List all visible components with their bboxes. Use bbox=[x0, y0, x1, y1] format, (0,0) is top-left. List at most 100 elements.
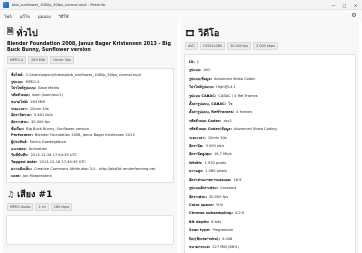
info-key: อัตราส่วนภาพการแสดงผล: bbox=[189, 177, 232, 182]
info-row: บิต/(พิกเซล*เฟรม): 0.048 bbox=[189, 235, 351, 243]
info-row: Chroma subsampling: 4:2:0 bbox=[189, 209, 351, 217]
info-row: ขนาดไฟล์: 263 MiB bbox=[11, 99, 169, 106]
video-badges: AVC 1920x1080 30.000 fps 3 000 kbps bbox=[181, 40, 359, 52]
info-key: Color space: bbox=[189, 202, 214, 207]
audio-format-badge: MPEG Audio bbox=[7, 203, 34, 212]
info-key: ชื่อเรื่อง: bbox=[11, 126, 25, 131]
info-value[interactable]: ใช่ bbox=[228, 100, 232, 108]
info-value[interactable]: CABAC / 4 Ref Frames bbox=[218, 92, 257, 100]
info-value[interactable]: 2013-12-16 17:44:39 UTC bbox=[39, 159, 85, 166]
window-controls: — □ ✕ bbox=[329, 1, 360, 9]
info-row: อัตราเฟรม: 30.000 fps bbox=[11, 119, 169, 126]
app-icon bbox=[3, 1, 9, 8]
video-section-title: 🎞 วิดีโอ bbox=[181, 26, 359, 40]
info-value[interactable]: Constant bbox=[220, 184, 236, 192]
info-value[interactable]: isom (isom/avc1) bbox=[32, 92, 63, 99]
info-row: Bit depth: 8 bits bbox=[189, 218, 351, 226]
audio-title: เสียง #1 bbox=[17, 190, 53, 201]
info-value[interactable]: 1 920 pixels bbox=[204, 159, 226, 167]
info-value[interactable]: 4 frames bbox=[236, 108, 252, 116]
info-value[interactable]: Advanced Video Codec bbox=[214, 75, 255, 83]
info-key: อัตราเฟรม: bbox=[189, 194, 207, 199]
audio-channels-badge: 2 ch bbox=[35, 203, 49, 212]
info-value[interactable]: 0.048 bbox=[222, 235, 232, 243]
info-value[interactable]: YUV bbox=[216, 201, 223, 209]
info-value[interactable]: 30.000 fps bbox=[209, 193, 228, 201]
video-icon: 🎞 bbox=[185, 28, 196, 38]
info-key: Tagged date: bbox=[11, 160, 38, 165]
info-key: บิต/(พิกเซล*เฟรม): bbox=[189, 236, 221, 241]
info-value[interactable]: Jan Morgenstern bbox=[23, 173, 52, 180]
info-key: Bit depth: bbox=[189, 219, 210, 224]
info-value[interactable]: Progressive bbox=[212, 226, 233, 234]
info-value[interactable]: AVC bbox=[204, 66, 211, 74]
info-key: ขนาดกระแส: bbox=[189, 244, 211, 249]
audio-badges: MPEG Audio 2 ch 160 kbps bbox=[3, 201, 177, 213]
info-row: รูปแบบ: MPEG-4 bbox=[11, 79, 169, 86]
format-badge: MPEG-4 bbox=[7, 56, 27, 64]
info-value[interactable]: 16.7 Mb/s bbox=[214, 150, 232, 158]
info-value[interactable]: 1 bbox=[197, 58, 199, 66]
menu-file[interactable]: ไฟล์ bbox=[4, 13, 12, 20]
info-key: ระยะเวลา: bbox=[11, 106, 28, 111]
info-value[interactable]: 3 000 kb/s bbox=[206, 142, 225, 150]
info-value[interactable]: MPEG-4 bbox=[26, 79, 40, 86]
info-row: โปรไฟล์รูปแบบ: Base Media bbox=[11, 85, 169, 92]
left-panel[interactable]: 🗎 ทั่วไป Blender Foundation 2008, Janus … bbox=[3, 22, 177, 253]
info-value[interactable]: Base Media bbox=[38, 85, 59, 92]
info-key: ชื่อไฟล์: bbox=[11, 73, 24, 77]
info-key: ตั้งค่ารูปแบบ, CABAC: bbox=[189, 102, 227, 107]
menu-help[interactable]: วิธีใช้ bbox=[59, 13, 69, 20]
info-key: ระยะเวลา: bbox=[189, 135, 206, 140]
video-title: วิดีโอ bbox=[198, 29, 220, 39]
info-value[interactable]: 3 481 kb/s bbox=[34, 112, 53, 119]
close-button[interactable]: ✕ bbox=[351, 1, 360, 9]
info-row: อัตราบิตรวม: 3 481 kb/s bbox=[11, 112, 169, 119]
info-value[interactable]: 10min 34s bbox=[208, 134, 227, 142]
video-bitrate-badge: 3 000 kbps bbox=[253, 42, 278, 50]
resolution-badge: 1920x1080 bbox=[199, 42, 226, 50]
info-value[interactable]: Creative Commons Attribution 3.0 - http:… bbox=[34, 166, 155, 173]
info-key: รหัสตัวถอด: bbox=[11, 93, 30, 98]
minimize-button[interactable]: — bbox=[329, 1, 338, 9]
info-value[interactable]: High@L4.1 bbox=[216, 83, 236, 91]
maximize-button[interactable]: □ bbox=[340, 1, 349, 9]
info-row: โปรไฟล์รูปแบบ: High@L4.1 bbox=[189, 83, 351, 91]
menu-edit[interactable]: แก้ไข bbox=[20, 13, 30, 20]
right-panel[interactable]: 🎞 วิดีโอ AVC 1920x1080 30.000 fps 3 000 … bbox=[181, 22, 359, 253]
info-value[interactable]: 10min 34s bbox=[30, 106, 49, 113]
info-value[interactable]: 30.000 fps bbox=[31, 119, 50, 126]
info-value[interactable]: Big Buck Bunny, Sunflower version bbox=[26, 126, 89, 133]
info-row: ระยะเวลา: 10min 34s bbox=[189, 134, 351, 142]
info-value[interactable]: 227 MiB (86%) bbox=[212, 243, 239, 251]
video-info-card: ID: 1 รูปแบบ: AVC รูปแบบ/ข้อมูล: Advanced V… bbox=[184, 54, 356, 253]
info-row: ขนาดกระแส: 227 MiB (86%) bbox=[189, 243, 351, 251]
info-row: อัตราเฟรม: 30.000 fps bbox=[189, 193, 351, 201]
info-row: รหัสตัวถอด Codec: avc1 bbox=[189, 117, 351, 125]
info-row: ความคิดเห็น: Creative Commons Attribution… bbox=[11, 166, 169, 173]
gear-icon[interactable]: ⚙ bbox=[350, 12, 358, 20]
info-row: ชื่อไฟล์: C:\Users\egion\Videos\bbb_sunfl… bbox=[11, 72, 169, 79]
audio-icon: ♫ bbox=[7, 189, 15, 199]
info-value[interactable]: 4:2:0 bbox=[235, 209, 244, 217]
info-value[interactable]: C:\Users\egion\Videos\bbb_sunflower_1080… bbox=[26, 72, 141, 79]
info-value[interactable]: 1 080 pixels bbox=[205, 167, 227, 175]
info-row: รูปแบบอัตราเฟรม: Constant bbox=[189, 184, 351, 192]
info-value[interactable]: Blender Foundation 2008, Janus Bager Kri… bbox=[35, 132, 135, 139]
info-key: อัตราบิตรวม: bbox=[11, 113, 32, 118]
info-row: ความสูง: 1 080 pixels bbox=[189, 167, 351, 175]
info-key: Width: bbox=[189, 160, 203, 165]
info-value[interactable]: 8 bits bbox=[211, 218, 221, 226]
info-value[interactable]: 263 MiB bbox=[30, 99, 45, 106]
info-value[interactable]: Animation bbox=[29, 146, 47, 153]
media-title: Blender Foundation 2008, Janus Bager Kri… bbox=[7, 42, 171, 53]
info-value[interactable]: 2013-12-16 17:44:39 UTC bbox=[31, 152, 77, 159]
info-key: Performer: bbox=[11, 133, 34, 138]
info-value[interactable]: 16:9 bbox=[233, 176, 241, 184]
info-value[interactable]: avc1 bbox=[223, 117, 232, 125]
menu-view[interactable]: มุมมอง bbox=[38, 13, 51, 20]
info-value[interactable]: Sacha Goedegebure bbox=[30, 139, 66, 146]
info-row: ผู้ประพันธ์: Sacha Goedegebure bbox=[11, 139, 169, 146]
menu-bar: ไฟล์ แก้ไข มุมมอง วิธีใช้ bbox=[0, 10, 362, 22]
info-value[interactable]: Advanced Video Coding bbox=[234, 125, 277, 133]
